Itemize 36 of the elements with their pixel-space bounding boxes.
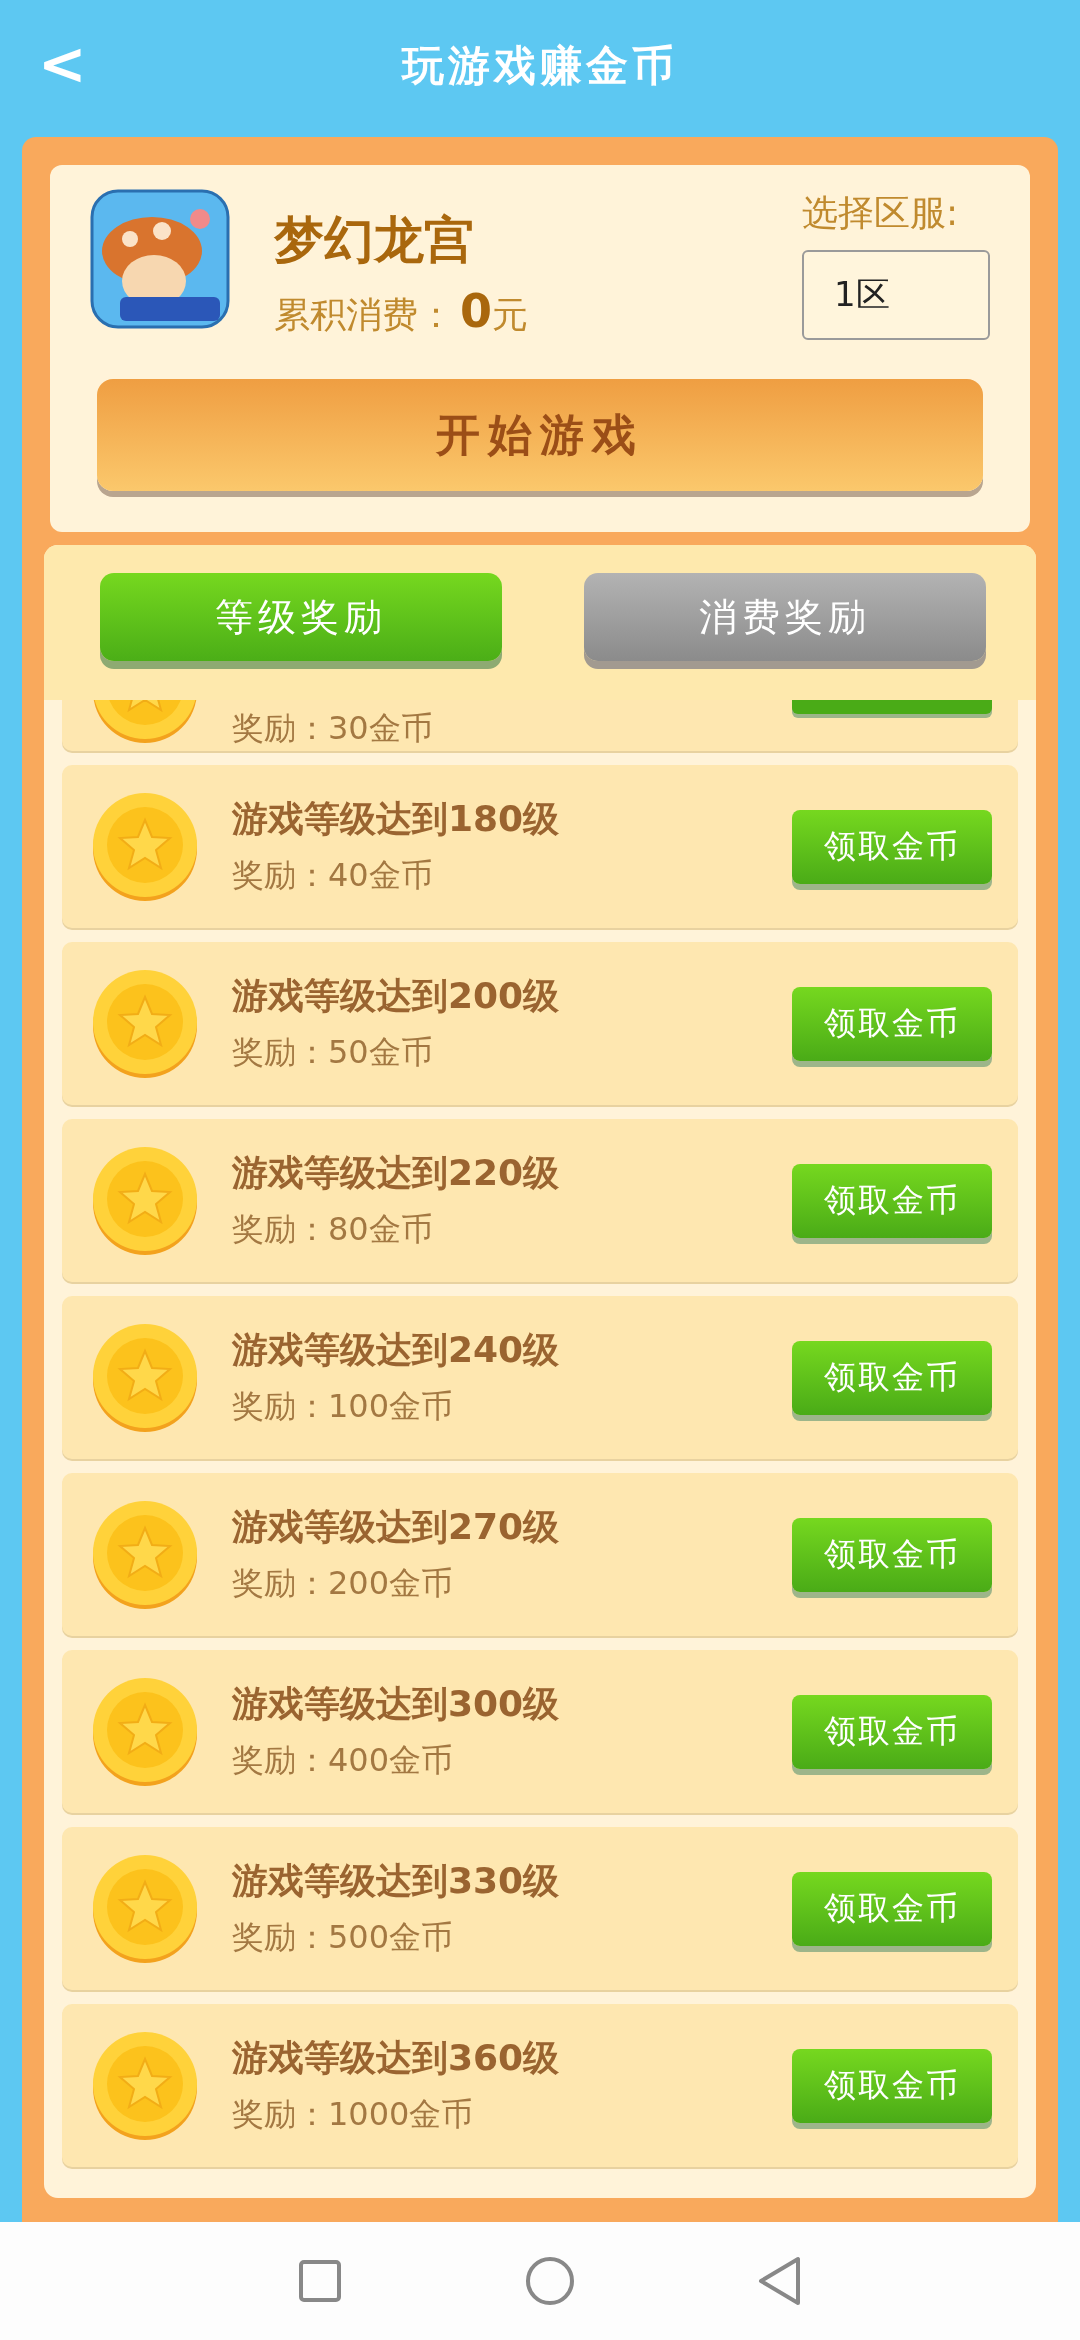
reward-amount: 奖励：30金币 xyxy=(232,708,434,749)
level-requirement: 游戏等级达到240级 xyxy=(232,1328,561,1372)
recent-apps-icon[interactable] xyxy=(296,2257,344,2305)
level-requirement: 游戏等级达到220级 xyxy=(232,1151,561,1195)
coin-icon xyxy=(90,1145,200,1256)
level-requirement: 游戏等级达到300级 xyxy=(232,1682,561,1726)
level-requirement: 游戏等级达到200级 xyxy=(232,974,561,1018)
home-icon[interactable] xyxy=(524,2255,576,2307)
coin-icon xyxy=(90,1499,200,1610)
coin-icon xyxy=(90,1676,200,1787)
reward-amount: 奖励：400金币 xyxy=(232,1740,455,1781)
game-app-icon xyxy=(90,189,230,329)
server-label: 选择区服: xyxy=(802,191,959,235)
reward-amount: 奖励：80金币 xyxy=(232,1209,434,1250)
reward-amount: 奖励：100金币 xyxy=(232,1386,455,1427)
spend-amount: 0 xyxy=(460,284,492,338)
reward-amount: 奖励：200金币 xyxy=(232,1563,455,1604)
spend-label: 累积消费： xyxy=(274,293,454,337)
spend-unit: 元 xyxy=(492,293,528,337)
coin-icon xyxy=(90,1853,200,1964)
reward-amount: 奖励：50金币 xyxy=(232,1032,434,1073)
page-title: 玩游戏赚金币 xyxy=(402,39,678,92)
reward-amount: 奖励：40金币 xyxy=(232,855,434,896)
level-requirement: 游戏等级达到330级 xyxy=(232,1859,561,1903)
reward-amount: 奖励：500金币 xyxy=(232,1917,455,1958)
coin-icon xyxy=(90,968,200,1079)
reward-amount: 奖励：1000金币 xyxy=(232,2094,475,2135)
server-select[interactable]: 1区 xyxy=(802,250,990,340)
level-requirement: 游戏等级达到360级 xyxy=(232,2036,561,2080)
level-requirement: 游戏等级达到270级 xyxy=(232,1505,561,1549)
game-name: 梦幻龙宫 xyxy=(274,210,475,271)
coin-icon xyxy=(90,1322,200,1433)
level-requirement: 游戏等级达到180级 xyxy=(232,797,561,841)
coin-icon xyxy=(90,2030,200,2141)
back-button[interactable]: < xyxy=(38,30,87,98)
coin-icon xyxy=(90,791,200,902)
